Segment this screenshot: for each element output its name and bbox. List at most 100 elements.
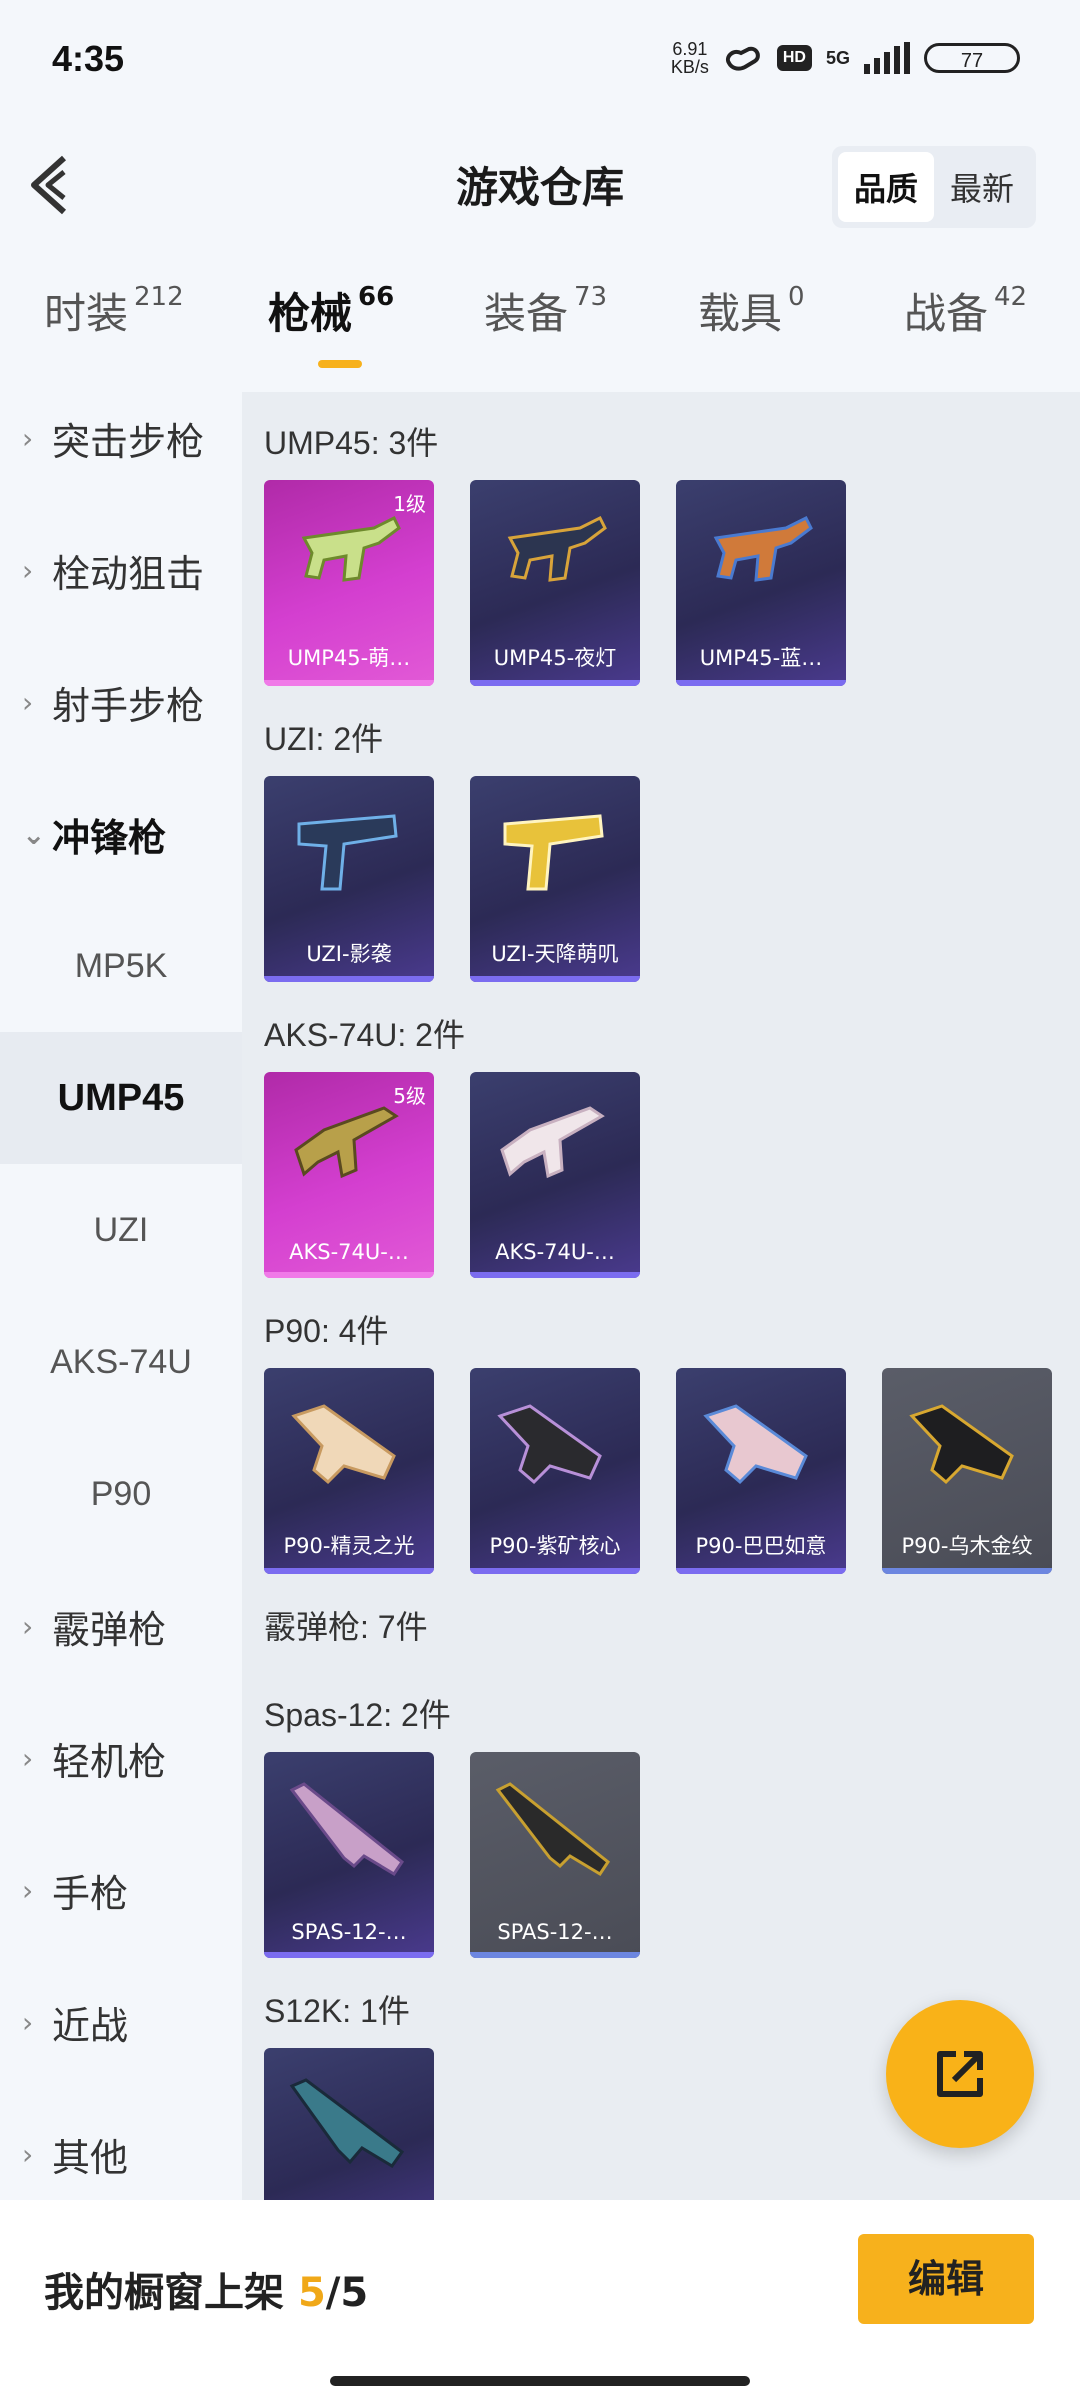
uzi-gun-icon xyxy=(503,814,604,891)
spas12-gun-icon xyxy=(495,1782,611,1877)
tab-label: 装备 xyxy=(484,289,569,338)
chevron-right-icon: › xyxy=(22,1873,34,1907)
rarity-bar xyxy=(676,1568,846,1574)
sidebar-item-smg[interactable]: ⌄ 冲锋枪 xyxy=(0,768,242,900)
category-tabs: 时装 212 枪械 66 装备 73 载具 0 战备 42 xyxy=(0,280,1080,380)
tab-label: 战备 xyxy=(904,289,989,338)
tab-count: 42 xyxy=(994,282,1028,312)
battery-level: 77 xyxy=(960,50,984,72)
weapon-category-sidebar: › 突击步枪 › 栓动狙击 › 射手步枪 ⌄ 冲锋枪 MP5K UMP45 UZI AK… xyxy=(0,392,242,2200)
skin-label: SPAS-12-… xyxy=(291,1920,407,1944)
showcase-label-text: 我的橱窗上架 xyxy=(44,2270,284,2316)
speed-value: 6.91 xyxy=(672,39,708,59)
skin-label: UMP45-夜灯 xyxy=(493,646,617,670)
tab-label: 时装 xyxy=(44,289,129,338)
skin-card[interactable]: UMP45-蓝… xyxy=(676,480,846,686)
sidebar-item-pistol[interactable]: › 手枪 xyxy=(0,1824,242,1956)
sidebar-subitem-p90[interactable]: P90 xyxy=(0,1428,242,1560)
group-title-s12k: S12K: 1件 xyxy=(264,1993,410,2029)
rarity-bar xyxy=(264,976,434,982)
home-indicator[interactable] xyxy=(330,2376,750,2386)
skin-label: P90-精灵之光 xyxy=(283,1534,415,1558)
signal-icon xyxy=(864,42,910,74)
p90-gun-icon xyxy=(291,1404,396,1485)
sidebar-item-label: 栓动狙击 xyxy=(52,551,205,596)
sidebar-item-label: 霰弹枪 xyxy=(52,1607,167,1652)
skin-label: AKS-74U-… xyxy=(495,1240,615,1264)
sidebar-item-marksman-rifle[interactable]: › 射手步枪 xyxy=(0,636,242,768)
skin-label: P90-紫矿核心 xyxy=(489,1534,621,1558)
chevron-right-icon: › xyxy=(22,1609,34,1643)
sort-latest-button[interactable]: 最新 xyxy=(934,152,1030,222)
skin-card[interactable]: 1级 UMP45-萌… xyxy=(264,480,434,686)
sort-toggle: 品质 最新 xyxy=(831,146,1036,228)
tab-fashion[interactable]: 时装 212 xyxy=(44,280,184,341)
sidebar-item-bolt-sniper[interactable]: › 栓动狙击 xyxy=(0,504,242,636)
showcase-total-count: /5 xyxy=(325,2270,369,2316)
ump45-gun-icon xyxy=(713,515,813,582)
showcase-current-count: 5 xyxy=(297,2270,326,2316)
chevron-down-icon: ⌄ xyxy=(22,817,46,851)
tab-count: 73 xyxy=(574,282,608,312)
uzi-gun-icon xyxy=(297,814,398,891)
tab-label: 载具 xyxy=(698,289,783,338)
tab-vehicles[interactable]: 载具 0 xyxy=(698,280,805,341)
network-speed: 6.91 KB/s xyxy=(671,40,709,76)
link-icon xyxy=(725,46,760,71)
skin-card[interactable]: 5级 AKS-74U-… xyxy=(264,1072,434,1278)
sort-quality-button[interactable]: 品质 xyxy=(837,152,934,222)
sidebar-subitem-ump45[interactable]: UMP45 xyxy=(0,1032,242,1164)
sidebar-item-label: 射手步枪 xyxy=(52,683,205,728)
skin-card[interactable]: P90-巴巴如意 xyxy=(676,1368,846,1574)
group-title-p90: P90: 4件 xyxy=(264,1313,389,1349)
rarity-bar xyxy=(676,680,846,686)
chevron-right-icon: › xyxy=(22,2137,34,2171)
rarity-bar xyxy=(264,1568,434,1574)
status-bar: 4:35 6.91 KB/s HD 5G 77 xyxy=(0,0,1080,120)
skin-label: P90-乌木金纹 xyxy=(901,1534,1033,1558)
group-title-spas12: Spas-12: 2件 xyxy=(264,1697,451,1733)
edit-button[interactable]: 编辑 xyxy=(858,2234,1034,2324)
p90-gun-icon xyxy=(703,1404,808,1485)
aks74u-gun-icon xyxy=(294,1106,399,1179)
tab-count: 66 xyxy=(358,282,395,312)
speed-unit: KB/s xyxy=(670,57,709,77)
rarity-bar xyxy=(470,976,640,982)
sidebar-item-assault-rifle[interactable]: › 突击步枪 xyxy=(0,372,242,504)
skin-card[interactable] xyxy=(264,2048,434,2200)
sidebar-item-melee[interactable]: › 近战 xyxy=(0,1956,242,2088)
sidebar-subitem-aks74u[interactable]: AKS-74U xyxy=(0,1296,242,1428)
tab-equipment[interactable]: 装备 73 xyxy=(484,280,607,341)
chevron-right-icon: › xyxy=(22,1741,34,1775)
rarity-bar xyxy=(264,1952,434,1958)
skin-label: AKS-74U-… xyxy=(289,1240,409,1264)
status-time: 4:35 xyxy=(52,38,125,79)
skin-card[interactable]: P90-乌木金纹 xyxy=(882,1368,1052,1574)
network-type: 5G xyxy=(825,47,850,68)
tab-supplies[interactable]: 战备 42 xyxy=(904,280,1027,341)
skin-card[interactable]: AKS-74U-… xyxy=(470,1072,640,1278)
skin-card[interactable]: P90-精灵之光 xyxy=(264,1368,434,1574)
tab-firearms[interactable]: 枪械 66 xyxy=(268,280,395,368)
skin-card[interactable]: UZI-天降萌叽 xyxy=(470,776,640,982)
rarity-bar xyxy=(882,1568,1052,1574)
group-title-aks74u: AKS-74U: 2件 xyxy=(264,1017,465,1053)
sidebar-item-label: 轻机枪 xyxy=(52,1739,167,1784)
skin-card[interactable]: P90-紫矿核心 xyxy=(470,1368,640,1574)
p90-gun-icon xyxy=(909,1404,1014,1485)
skin-card[interactable]: SPAS-12-… xyxy=(264,1752,434,1958)
sidebar-subitem-uzi[interactable]: UZI xyxy=(0,1164,242,1296)
skin-card[interactable]: SPAS-12-… xyxy=(470,1752,640,1958)
skin-card[interactable]: UZI-影袭 xyxy=(264,776,434,982)
rarity-bar xyxy=(264,680,434,686)
sidebar-subitem-mp5k[interactable]: MP5K xyxy=(0,900,242,1032)
share-fab-button[interactable] xyxy=(886,2000,1034,2148)
group-title-shotgun: 霰弹枪: 7件 xyxy=(264,1609,428,1645)
sidebar-item-label: 冲锋枪 xyxy=(52,815,167,860)
sidebar-item-shotgun[interactable]: › 霰弹枪 xyxy=(0,1560,242,1692)
tab-active-indicator xyxy=(318,360,362,368)
sidebar-item-lmg[interactable]: › 轻机枪 xyxy=(0,1692,242,1824)
skin-card[interactable]: UMP45-夜灯 xyxy=(470,480,640,686)
skin-label: P90-巴巴如意 xyxy=(695,1534,827,1558)
header: 游戏仓库 品质 最新 xyxy=(0,130,1080,240)
